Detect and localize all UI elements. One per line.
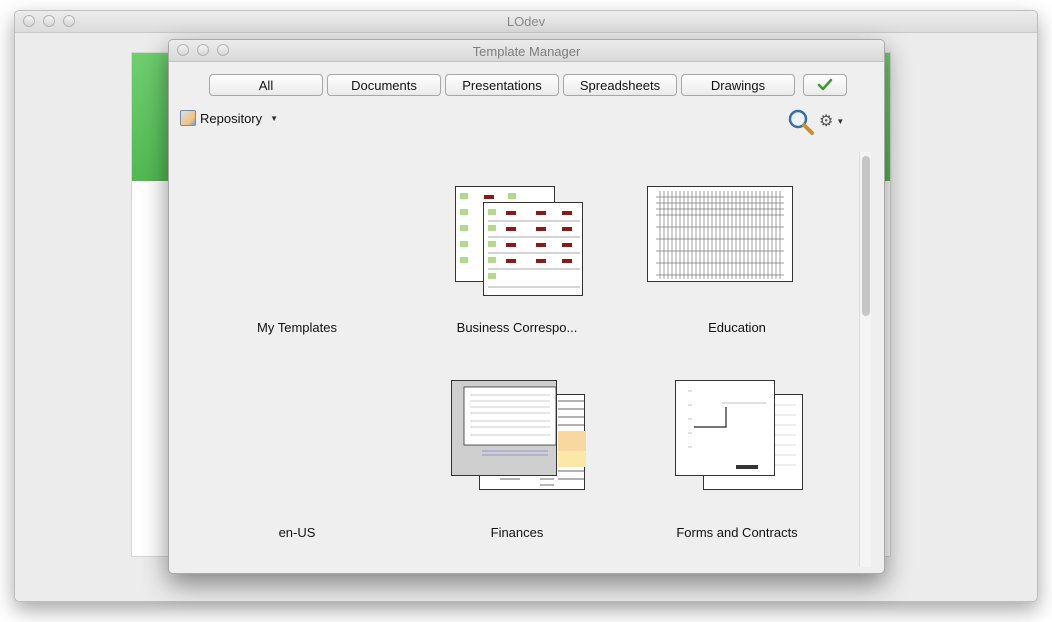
folder-thumbnails	[675, 380, 807, 492]
filter-drawings-button[interactable]: Drawings	[681, 74, 795, 96]
desktop: LOdev Template Manager All Documents Pre…	[0, 0, 1052, 622]
scrollbar-thumb[interactable]	[862, 156, 870, 316]
filter-documents-button[interactable]: Documents	[327, 74, 441, 96]
ok-button[interactable]	[803, 74, 847, 96]
folder-grid-scrollbar[interactable]	[859, 152, 871, 567]
folder-label: Business Correspo...	[456, 320, 578, 335]
folder-my-templates[interactable]: My Templates	[187, 150, 407, 350]
folder-en-us[interactable]: en-US	[187, 355, 407, 555]
search-icon[interactable]	[787, 108, 815, 136]
folder-thumbnails	[451, 380, 589, 492]
folder-label: Forms and Contracts	[676, 525, 798, 540]
folder-label: Education	[708, 320, 766, 335]
filter-spreadsheets-button[interactable]: Spreadsheets	[563, 74, 677, 96]
chevron-down-icon: ▼	[270, 113, 279, 123]
folder-business-correspondence[interactable]: Business Correspo...	[407, 150, 627, 350]
folder-label: en-US	[278, 525, 316, 540]
template-manager-dialog: Template Manager All Documents Presentat…	[168, 39, 885, 574]
template-thumbnail	[483, 202, 583, 296]
repository-icon	[180, 110, 196, 126]
window-title: LOdev	[506, 14, 546, 29]
template-folder-grid: My Templates Business Correspo... Educat…	[169, 150, 884, 573]
dialog-titlebar: Template Manager	[169, 40, 884, 62]
checkmark-icon	[817, 78, 833, 91]
repository-menu[interactable]: Repository ▼	[180, 110, 278, 126]
gear-icon: ⚙	[819, 113, 834, 130]
settings-chevron-icon: ▼	[836, 116, 845, 126]
template-thumbnail	[647, 186, 793, 282]
template-thumbnail	[451, 380, 557, 476]
folder-education[interactable]: Education	[627, 150, 847, 350]
folder-thumbnails	[647, 186, 823, 298]
filter-all-button[interactable]: All	[209, 74, 323, 96]
folder-finances[interactable]: Finances	[407, 355, 627, 555]
repository-label: Repository	[200, 110, 263, 126]
folder-label: Finances	[490, 525, 544, 540]
settings-menu[interactable]: ⚙ ▼	[819, 112, 851, 130]
folder-forms-and-contracts[interactable]: Forms and Contracts	[627, 355, 847, 555]
template-thumbnail	[675, 380, 775, 476]
folder-thumbnails	[455, 186, 585, 298]
folder-label: My Templates	[257, 320, 337, 335]
filter-presentations-button[interactable]: Presentations	[445, 74, 559, 96]
lodev-titlebar: LOdev	[15, 11, 1037, 33]
dialog-title: Template Manager	[472, 44, 581, 59]
filter-bar: All Documents Presentations Spreadsheets…	[209, 74, 847, 96]
